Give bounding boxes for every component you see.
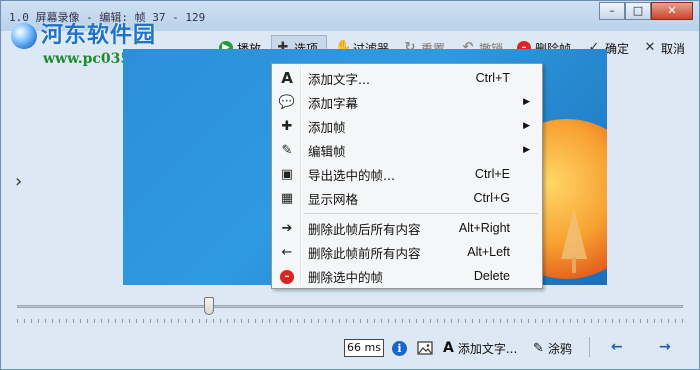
ok-label: 确定 bbox=[605, 41, 630, 56]
image-icon bbox=[417, 341, 433, 355]
arrow-left-icon: ← bbox=[611, 339, 623, 355]
paint-button[interactable]: ✎ 涂鸦 bbox=[533, 339, 572, 357]
menu-item-add-frame[interactable]: ✚ 添加帧 ▶ bbox=[274, 114, 540, 138]
slider-ticks bbox=[17, 319, 683, 323]
submenu-arrow-icon: ▶ bbox=[523, 97, 530, 107]
menu-item-edit-frame[interactable]: ✎ 编辑帧 ▶ bbox=[274, 138, 540, 162]
menu-item-label: 添加文字... bbox=[308, 71, 370, 87]
app-window: 1.0 屏幕录像 - 编辑: 帧 37 - 129 – □ ✕ 河东软件园 ww… bbox=[0, 0, 700, 370]
delete-icon-glyph: – bbox=[280, 270, 294, 284]
submenu-arrow-icon: ▶ bbox=[523, 121, 530, 131]
arrow-right-icon: → bbox=[659, 339, 671, 355]
info-button[interactable]: i bbox=[392, 339, 407, 357]
x-icon: ✕ bbox=[644, 40, 656, 55]
menu-item-shortcut: Delete bbox=[473, 269, 510, 283]
status-bar: 66 ms i A 添加文字... ✎ 涂鸦 ← → bbox=[1, 333, 699, 361]
add-text-button[interactable]: A 添加文字... bbox=[443, 339, 517, 357]
menu-item-shortcut: Ctrl+T bbox=[475, 71, 510, 85]
status-separator bbox=[589, 337, 590, 357]
frame-delay-input[interactable]: 66 ms bbox=[344, 339, 384, 357]
menu-separator bbox=[304, 213, 538, 214]
menu-item-add-caption[interactable]: 💬 添加字幕 ▶ bbox=[274, 90, 540, 114]
delete-icon: – bbox=[274, 268, 300, 284]
menu-item-label: 添加字幕 bbox=[308, 95, 359, 111]
menu-item-show-grid[interactable]: ▦ 显示网格 Ctrl+G bbox=[274, 186, 540, 210]
menu-item-export-frames[interactable]: ▣ 导出选中的帧... Ctrl+E bbox=[274, 162, 540, 186]
menu-item-label: 删除此帧后所有内容 bbox=[308, 221, 421, 237]
menu-item-label: 显示网格 bbox=[308, 191, 359, 207]
menu-item-shortcut: Alt+Right bbox=[458, 221, 510, 235]
submenu-arrow-icon: ▶ bbox=[523, 145, 530, 155]
menu-item-shortcut: Alt+Left bbox=[467, 245, 510, 259]
menu-item-label: 编辑帧 bbox=[308, 143, 346, 159]
arrow-left-icon: ← bbox=[281, 244, 293, 260]
menu-item-delete-after[interactable]: ➔ 删除此帧后所有内容 Alt+Right bbox=[274, 216, 540, 240]
window-controls: – □ ✕ bbox=[599, 2, 693, 20]
add-text-label: 添加文字... bbox=[457, 341, 518, 356]
caption-icon: 💬 bbox=[278, 94, 296, 110]
menu-item-label: 删除此帧前所有内容 bbox=[308, 245, 421, 261]
previous-frame-button[interactable]: ← bbox=[611, 339, 623, 355]
menu-item-add-text[interactable]: A 添加文字... Ctrl+T bbox=[274, 66, 540, 90]
options-menu: A 添加文字... Ctrl+T 💬 添加字幕 ▶ ✚ 添加帧 ▶ ✎ 编辑帧 … bbox=[271, 63, 543, 289]
grid-icon: ▦ bbox=[280, 190, 294, 206]
menu-item-delete-selected[interactable]: – 删除选中的帧 Delete bbox=[274, 264, 540, 288]
menu-item-delete-before[interactable]: ← 删除此帧前所有内容 Alt+Left bbox=[274, 240, 540, 264]
pencil-icon: ✎ bbox=[281, 142, 293, 158]
cancel-button[interactable]: ✕ 取消 bbox=[639, 35, 689, 61]
next-frame-button[interactable]: → bbox=[659, 339, 671, 355]
plus-icon: ✚ bbox=[281, 118, 293, 134]
minimize-button[interactable]: – bbox=[599, 2, 625, 20]
info-icon: i bbox=[392, 340, 407, 356]
arrow-right-icon: ➔ bbox=[281, 220, 293, 236]
frame-slider-thumb[interactable] bbox=[204, 297, 214, 315]
frame-slider-track[interactable] bbox=[17, 305, 683, 308]
image-button[interactable] bbox=[417, 339, 433, 357]
text-icon: A bbox=[443, 340, 454, 356]
chevron-right-icon[interactable]: › bbox=[15, 171, 22, 192]
paint-label: 涂鸦 bbox=[547, 341, 572, 356]
cancel-label: 取消 bbox=[661, 41, 686, 56]
text-icon: A bbox=[281, 69, 293, 87]
menu-item-label: 导出选中的帧... bbox=[308, 167, 395, 183]
menu-item-shortcut: Ctrl+E bbox=[474, 167, 510, 181]
tree-graphic bbox=[561, 209, 587, 273]
menu-item-label: 删除选中的帧 bbox=[308, 269, 384, 285]
close-button[interactable]: ✕ bbox=[651, 2, 693, 20]
brush-icon: ✎ bbox=[533, 340, 544, 356]
menu-item-label: 添加帧 bbox=[308, 119, 346, 135]
export-icon: ▣ bbox=[280, 166, 294, 182]
maximize-button[interactable]: □ bbox=[625, 2, 651, 20]
menu-item-shortcut: Ctrl+G bbox=[473, 191, 510, 205]
